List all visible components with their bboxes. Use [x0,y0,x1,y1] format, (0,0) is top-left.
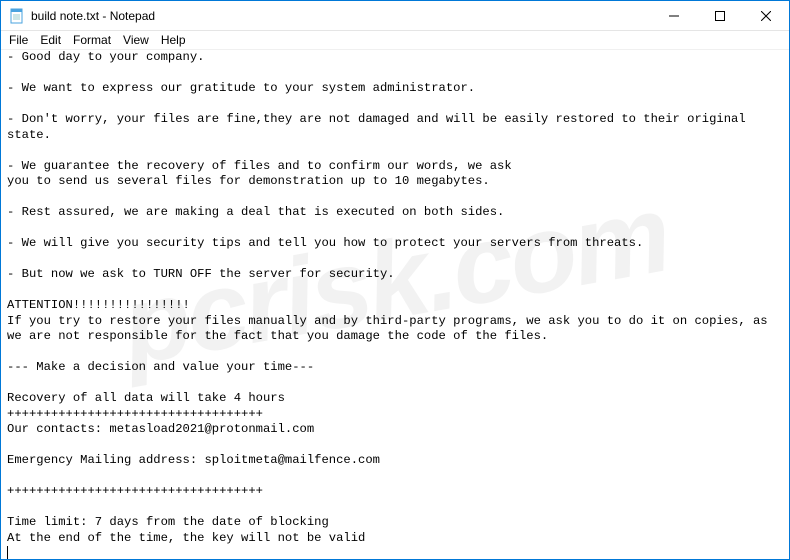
minimize-button[interactable] [651,1,697,31]
text-caret [7,546,8,559]
window-title: build note.txt - Notepad [31,9,155,23]
notepad-window: build note.txt - Notepad File Edit Forma… [0,0,790,560]
menu-file[interactable]: File [3,32,34,48]
notepad-icon [9,8,25,24]
document-text: - Good day to your company. - We want to… [7,50,775,545]
menu-help[interactable]: Help [155,32,192,48]
maximize-button[interactable] [697,1,743,31]
window-controls [651,1,789,30]
menu-view[interactable]: View [117,32,155,48]
titlebar[interactable]: build note.txt - Notepad [1,1,789,31]
menu-edit[interactable]: Edit [34,32,67,48]
menu-format[interactable]: Format [67,32,117,48]
close-button[interactable] [743,1,789,31]
text-area[interactable]: - Good day to your company. - We want to… [1,50,789,559]
menubar: File Edit Format View Help [1,31,789,50]
